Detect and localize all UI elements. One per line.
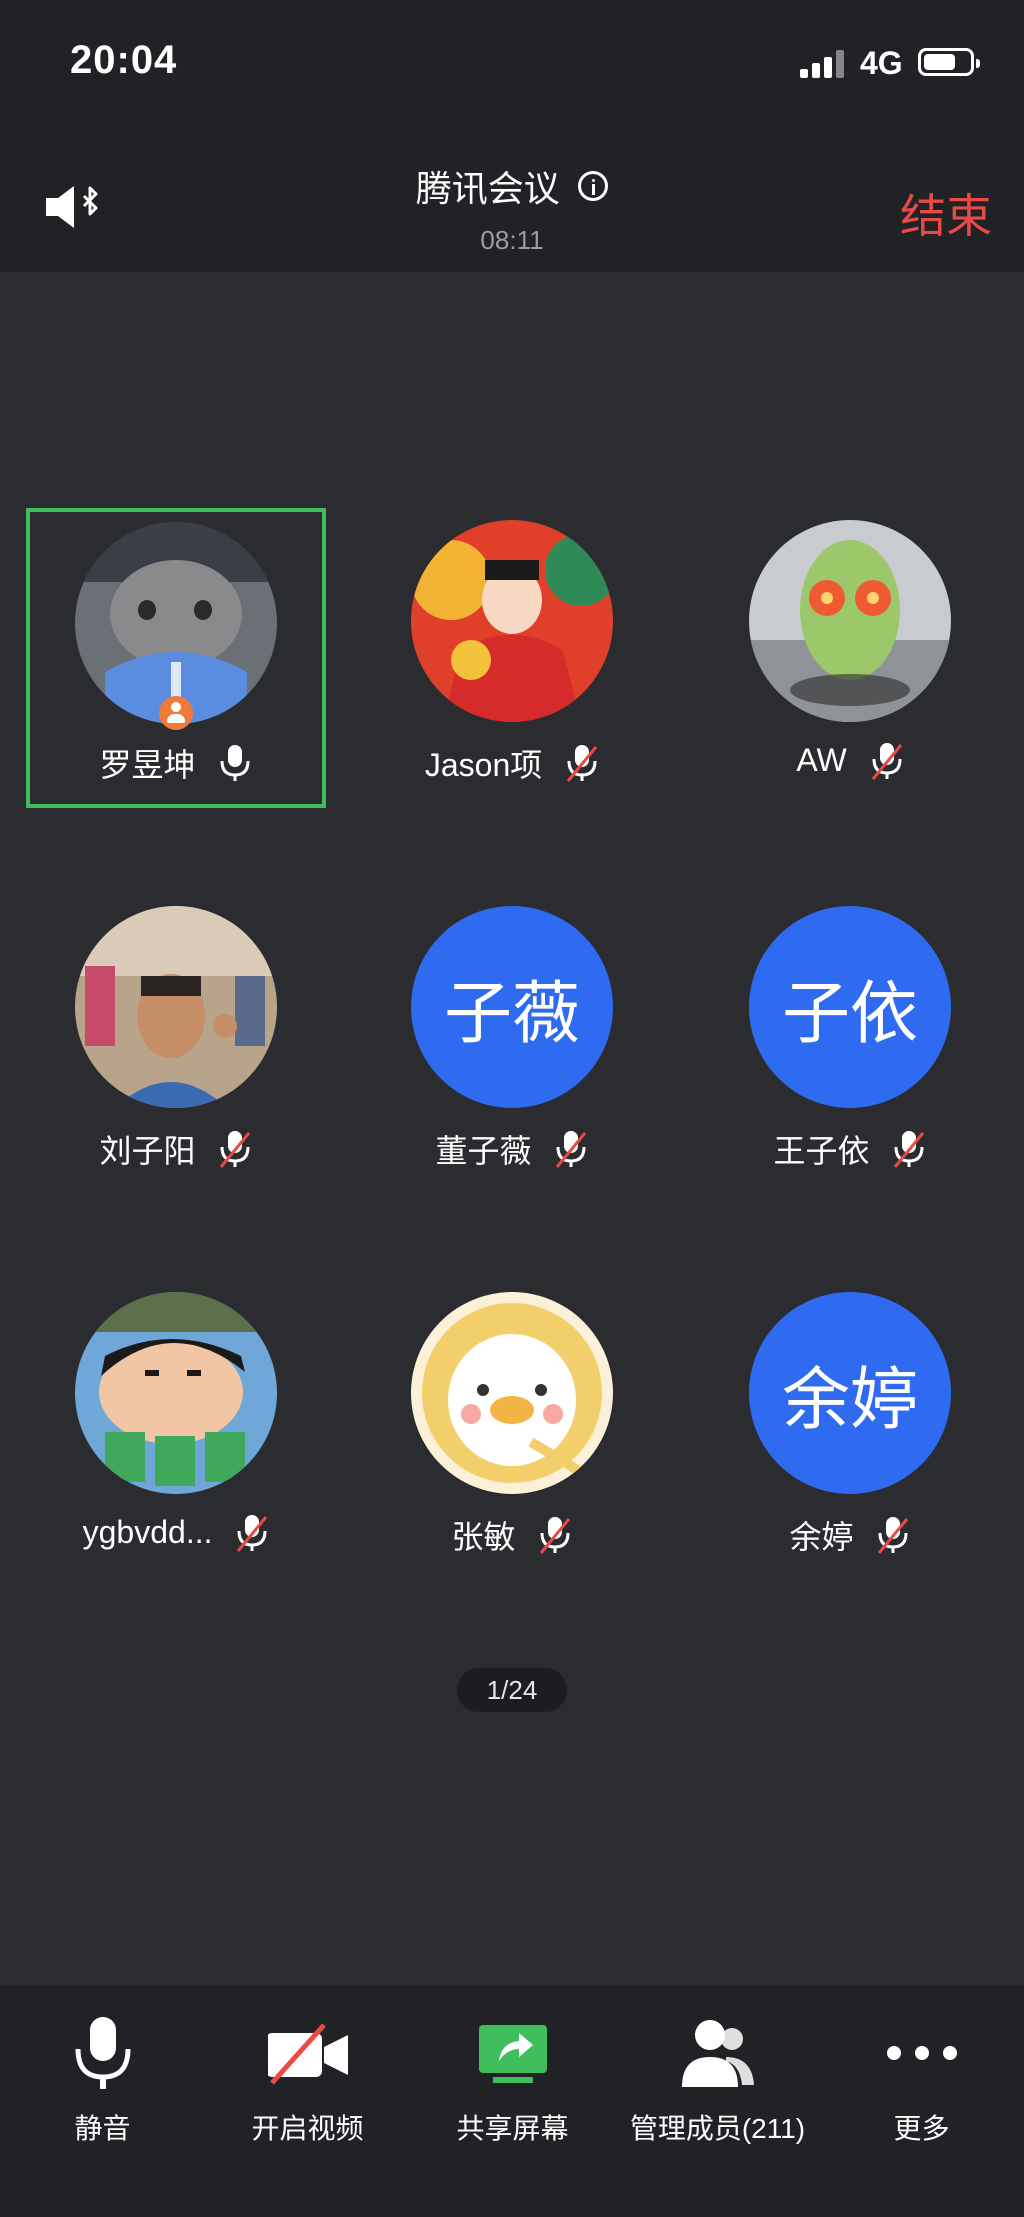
meeting-title: 腾讯会议 [415, 168, 560, 209]
more-label: 更多 [893, 2113, 950, 2144]
participant-tile[interactable]: Jason项 [362, 508, 662, 808]
microphone-muted-icon [554, 1129, 588, 1169]
microphone-icon [218, 743, 252, 783]
end-meeting-button[interactable]: 结束 [900, 180, 992, 246]
mute-label: 静音 [74, 2113, 131, 2144]
mute-button[interactable]: 静音 [0, 1985, 205, 2217]
microphone-muted-icon [876, 1515, 910, 1555]
participant-tile[interactable]: 刘子阳 [26, 894, 326, 1194]
meeting-header: 腾讯会议 08:11 结束 [0, 130, 1024, 272]
avatar [749, 520, 951, 722]
participant-name: 余婷 [789, 1519, 854, 1555]
participant-name: AW [796, 742, 847, 779]
share-screen-button[interactable]: 共享屏幕 [410, 1985, 615, 2217]
more-button[interactable]: 更多 [819, 1985, 1024, 2217]
microphone-muted-icon [892, 1129, 926, 1169]
share-screen-label: 共享屏幕 [456, 2113, 569, 2144]
signal-strength-icon [800, 48, 848, 78]
battery-icon [918, 48, 980, 76]
avatar-initials: 余婷 [749, 1292, 951, 1494]
microphone-muted-icon [565, 743, 599, 783]
avatar [75, 906, 277, 1108]
participant-tile[interactable]: AW [700, 508, 1000, 808]
participant-tile[interactable]: 余婷 余婷 [700, 1280, 1000, 1580]
avatar-initials: 子薇 [411, 906, 613, 1108]
microphone-muted-icon [538, 1515, 572, 1555]
more-icon [882, 2013, 962, 2093]
participant-name: Jason项 [424, 747, 543, 783]
participant-name: 罗昱坤 [99, 747, 196, 783]
members-icon [678, 2013, 758, 2093]
participant-tile[interactable]: 子薇 董子薇 [362, 894, 662, 1194]
manage-members-button[interactable]: 管理成员(211) [615, 1985, 820, 2217]
start-video-button[interactable]: 开启视频 [205, 1985, 410, 2217]
participant-name: 董子薇 [435, 1133, 532, 1169]
info-icon[interactable] [578, 171, 609, 201]
participant-tile[interactable]: ygbvdd... [26, 1280, 326, 1580]
start-video-label: 开启视频 [251, 2113, 364, 2144]
meeting-duration: 08:11 [480, 225, 544, 255]
microphone-icon [63, 2013, 143, 2093]
participant-tile[interactable]: 子依 王子依 [700, 894, 1000, 1194]
avatar [411, 1292, 613, 1494]
status-bar: 20:04 4G [0, 0, 1024, 130]
microphone-muted-icon [218, 1129, 252, 1169]
microphone-muted-icon [870, 741, 904, 781]
page-indicator: 1/24 [457, 1668, 567, 1712]
manage-members-label: 管理成员(211) [629, 2113, 806, 2144]
microphone-muted-icon [235, 1513, 269, 1553]
avatar [75, 1292, 277, 1494]
participant-name: 刘子阳 [99, 1133, 196, 1169]
avatar [411, 520, 613, 722]
meeting-title-row[interactable]: 腾讯会议 [0, 160, 1024, 212]
avatar-initials: 子依 [749, 906, 951, 1108]
participant-tile[interactable]: 张敏 [362, 1280, 662, 1580]
network-type: 4G [860, 45, 903, 81]
participant-tile[interactable]: 罗昱坤 [26, 508, 326, 808]
avatar [75, 522, 277, 724]
meeting-toolbar: 静音 开启视频 共享屏幕 管理成员(211) 更多 [0, 1985, 1024, 2217]
participant-name: 张敏 [451, 1519, 516, 1555]
status-time: 20:04 [70, 38, 178, 82]
share-screen-icon [473, 2013, 553, 2093]
host-badge-icon [159, 696, 193, 730]
video-off-icon [265, 2013, 348, 2093]
participant-name: 王子依 [773, 1133, 870, 1169]
participant-name: ygbvdd... [82, 1514, 213, 1551]
